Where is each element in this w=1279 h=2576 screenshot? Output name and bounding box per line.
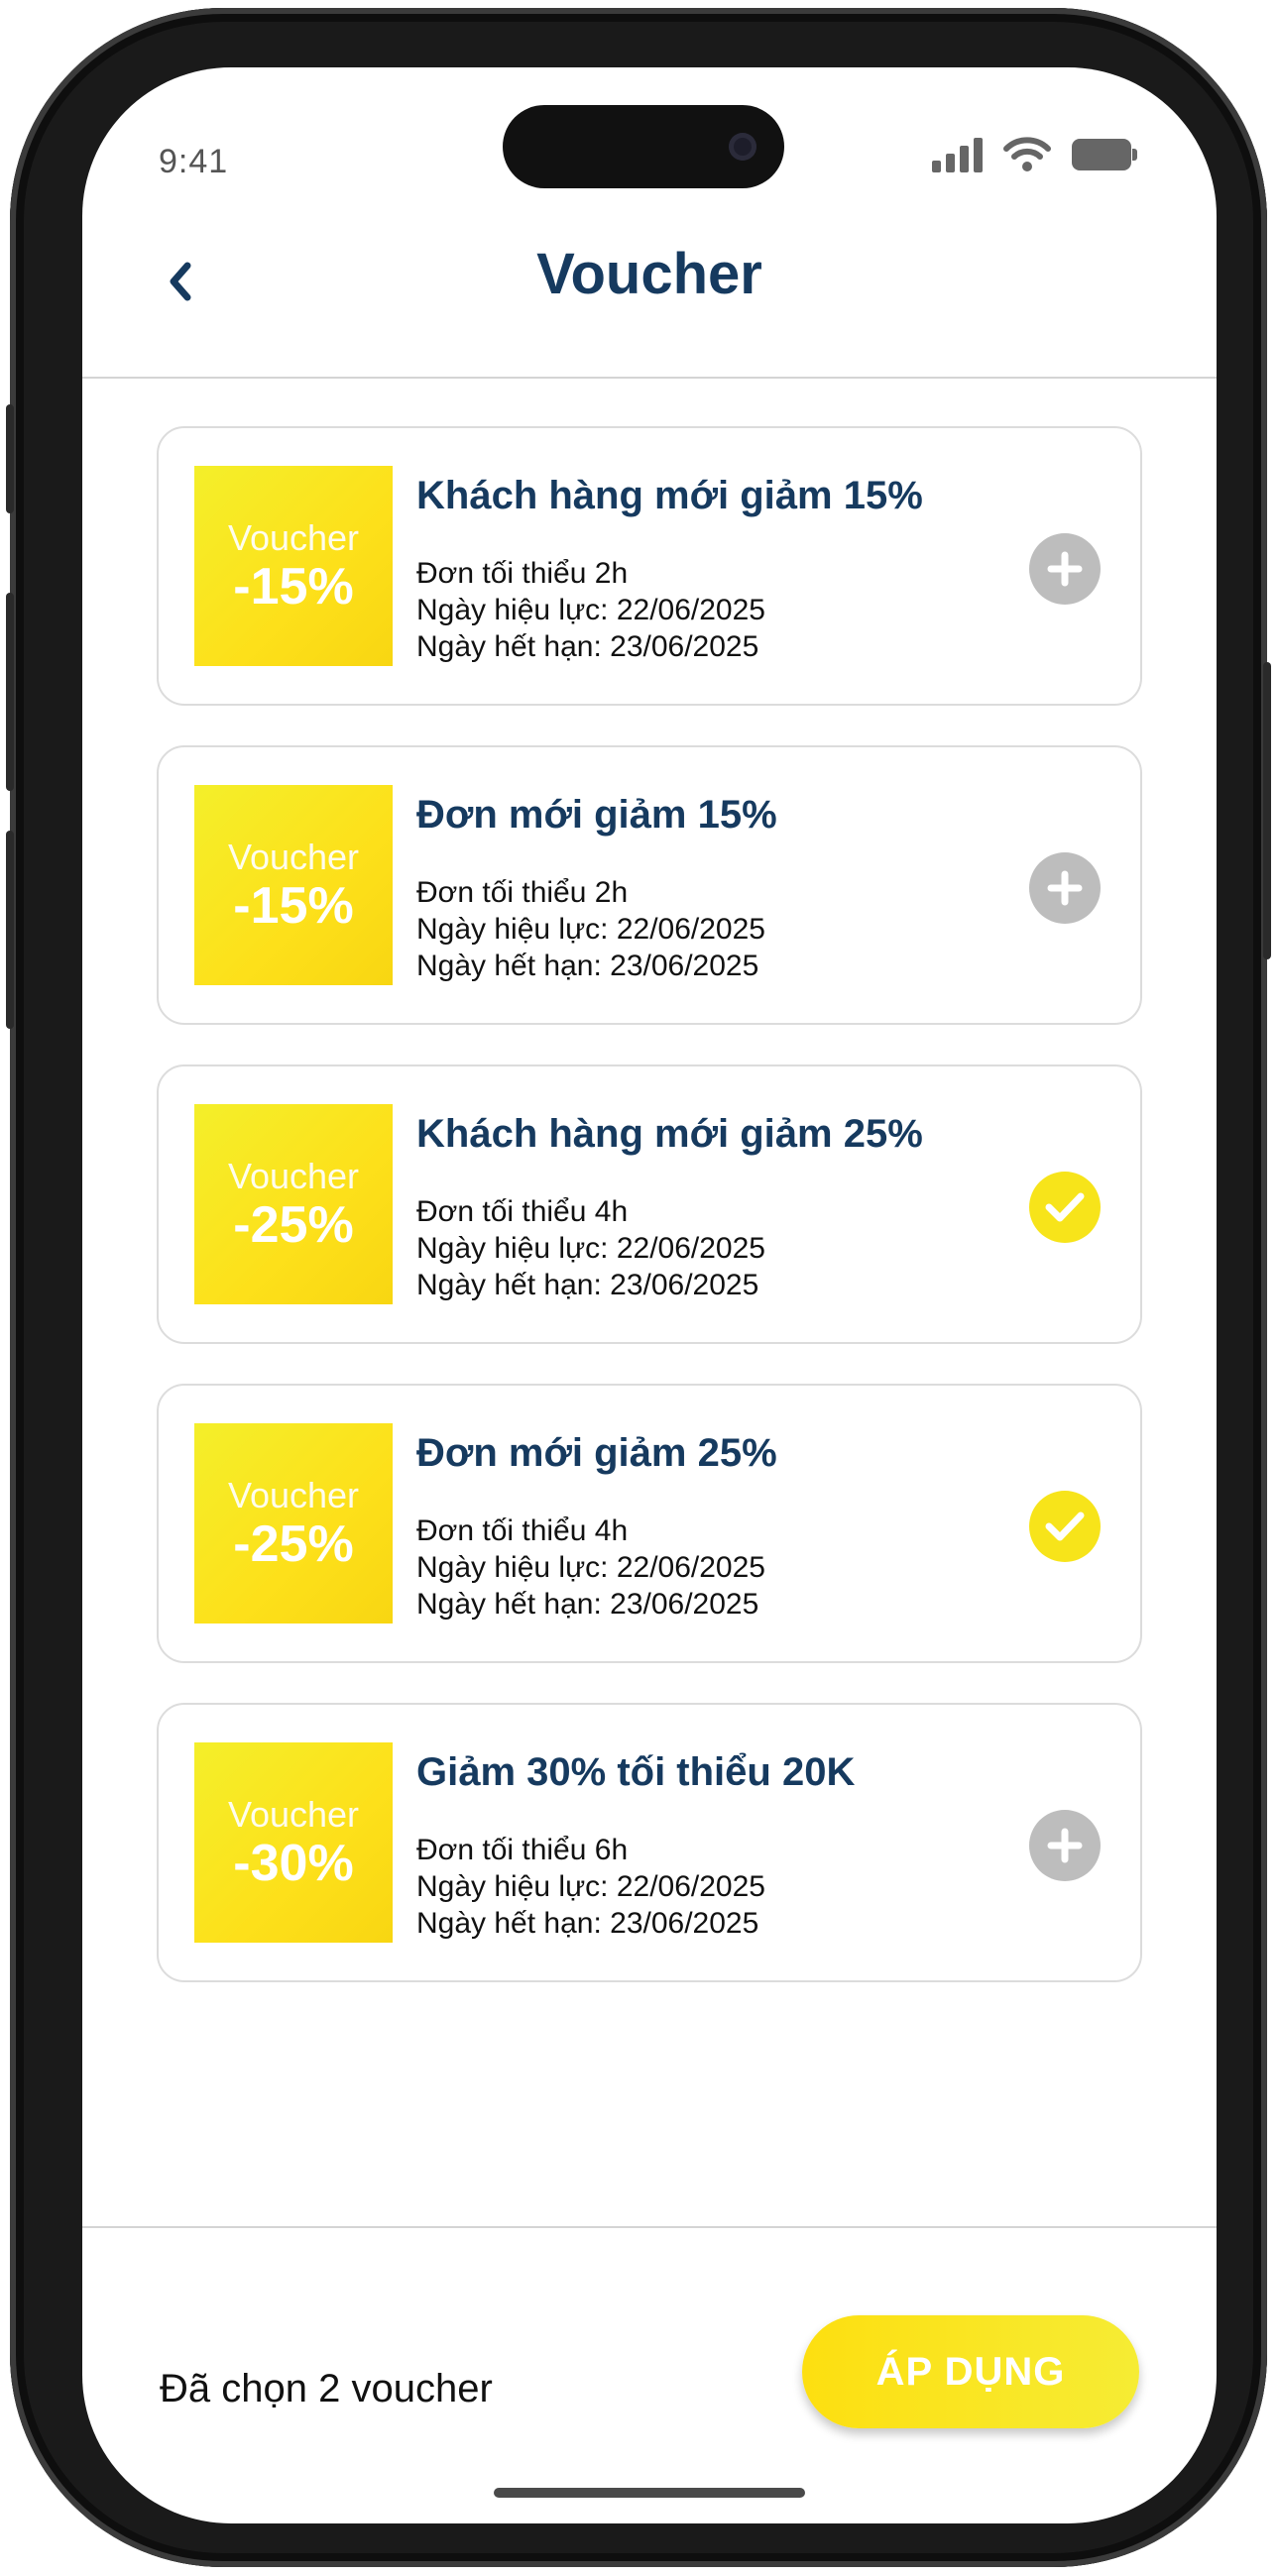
dynamic-island: [503, 105, 784, 188]
volume-down-button: [6, 831, 14, 1029]
ticket-label: Voucher: [227, 837, 360, 877]
voucher-ticket: Voucher -15%: [188, 466, 393, 666]
voucher-details: Đơn tối thiểu 4h Ngày hiệu lực: 22/06/20…: [416, 1512, 765, 1623]
voucher-ticket: Voucher -15%: [188, 785, 393, 985]
voucher-title: Khách hàng mới giảm 15%: [416, 474, 923, 517]
ticket-discount: -30%: [233, 1835, 354, 1892]
voucher-valid-from: Ngày hiệu lực: 22/06/2025: [416, 594, 765, 626]
battery-icon: [1072, 139, 1137, 170]
voucher-valid-from: Ngày hiệu lực: 22/06/2025: [416, 913, 765, 946]
voucher-title: Đơn mới giảm 25%: [416, 1431, 777, 1475]
voucher-title: Khách hàng mới giảm 25%: [416, 1112, 923, 1156]
checkmark-icon: [1045, 1192, 1085, 1222]
voucher-expires: Ngày hết hạn: 23/06/2025: [416, 1269, 759, 1301]
voucher-ticket: Voucher -25%: [188, 1104, 393, 1304]
voucher-min-order: Đơn tối thiểu 2h: [416, 557, 629, 590]
home-indicator[interactable]: [494, 2488, 805, 2498]
add-voucher-button[interactable]: [1029, 852, 1101, 924]
ticket-label: Voucher: [227, 1156, 360, 1196]
ticket-discount: -25%: [233, 1196, 354, 1254]
checkmark-icon: [1045, 1512, 1085, 1541]
ticket-discount: -15%: [233, 877, 354, 935]
volume-up-button: [6, 593, 14, 791]
voucher-details: Đơn tối thiểu 2h Ngày hiệu lực: 22/06/20…: [416, 874, 765, 984]
voucher-min-order: Đơn tối thiểu 6h: [416, 1834, 629, 1866]
voucher-card[interactable]: Voucher -25% Khách hàng mới giảm 25% Đơn…: [157, 1064, 1142, 1344]
phone-frame: 9:41 Voucher Voucher -15% Khách hàng mới…: [6, 8, 1271, 2567]
cellular-signal-icon: [932, 137, 983, 172]
add-voucher-button[interactable]: [1029, 533, 1101, 605]
voucher-expires: Ngày hết hạn: 23/06/2025: [416, 950, 759, 982]
voucher-min-order: Đơn tối thiểu 2h: [416, 876, 629, 909]
voucher-valid-from: Ngày hiệu lực: 22/06/2025: [416, 1870, 765, 1903]
camera-icon: [729, 133, 756, 161]
selected-count-text: Đã chọn 2 voucher: [160, 2367, 493, 2410]
voucher-card[interactable]: Voucher -15% Khách hàng mới giảm 15% Đơn…: [157, 426, 1142, 706]
voucher-details: Đơn tối thiểu 6h Ngày hiệu lực: 22/06/20…: [416, 1832, 765, 1942]
plus-icon: [1047, 1828, 1083, 1863]
voucher-expires: Ngày hết hạn: 23/06/2025: [416, 1588, 759, 1621]
voucher-expires: Ngày hết hạn: 23/06/2025: [416, 630, 759, 663]
ticket-label: Voucher: [227, 517, 360, 558]
selected-voucher-toggle[interactable]: [1029, 1491, 1101, 1562]
voucher-card[interactable]: Voucher -30% Giảm 30% tối thiểu 20K Đơn …: [157, 1703, 1142, 1982]
voucher-min-order: Đơn tối thiểu 4h: [416, 1514, 629, 1547]
status-time: 9:41: [159, 143, 229, 180]
voucher-ticket: Voucher -25%: [188, 1423, 393, 1624]
action-button: [6, 404, 14, 513]
voucher-details: Đơn tối thiểu 4h Ngày hiệu lực: 22/06/20…: [416, 1193, 765, 1303]
wifi-icon: [1003, 137, 1051, 171]
voucher-title: Giảm 30% tối thiểu 20K: [416, 1750, 856, 1794]
page-title: Voucher: [536, 242, 762, 306]
plus-icon: [1047, 551, 1083, 587]
ticket-label: Voucher: [227, 1794, 360, 1835]
selected-voucher-toggle[interactable]: [1029, 1172, 1101, 1243]
ticket-discount: -25%: [233, 1515, 354, 1573]
status-icons: [932, 137, 1137, 172]
app-screen: 9:41 Voucher Voucher -15% Khách hàng mới…: [82, 67, 1217, 2523]
footer-divider: [82, 2226, 1217, 2228]
voucher-details: Đơn tối thiểu 2h Ngày hiệu lực: 22/06/20…: [416, 555, 765, 665]
voucher-card[interactable]: Voucher -25% Đơn mới giảm 25% Đơn tối th…: [157, 1384, 1142, 1663]
add-voucher-button[interactable]: [1029, 1810, 1101, 1881]
voucher-ticket: Voucher -30%: [188, 1742, 393, 1943]
power-button: [1263, 662, 1271, 959]
voucher-min-order: Đơn tối thiểu 4h: [416, 1195, 629, 1228]
voucher-card[interactable]: Voucher -15% Đơn mới giảm 15% Đơn tối th…: [157, 745, 1142, 1025]
voucher-valid-from: Ngày hiệu lực: 22/06/2025: [416, 1551, 765, 1584]
apply-button[interactable]: ÁP DỤNG: [802, 2315, 1139, 2428]
header-divider: [82, 377, 1217, 379]
ticket-discount: -15%: [233, 558, 354, 616]
voucher-expires: Ngày hết hạn: 23/06/2025: [416, 1907, 759, 1940]
plus-icon: [1047, 870, 1083, 906]
voucher-valid-from: Ngày hiệu lực: 22/06/2025: [416, 1232, 765, 1265]
ticket-label: Voucher: [227, 1475, 360, 1515]
voucher-title: Đơn mới giảm 15%: [416, 793, 777, 837]
voucher-list: Voucher -15% Khách hàng mới giảm 15% Đơn…: [157, 426, 1142, 2022]
